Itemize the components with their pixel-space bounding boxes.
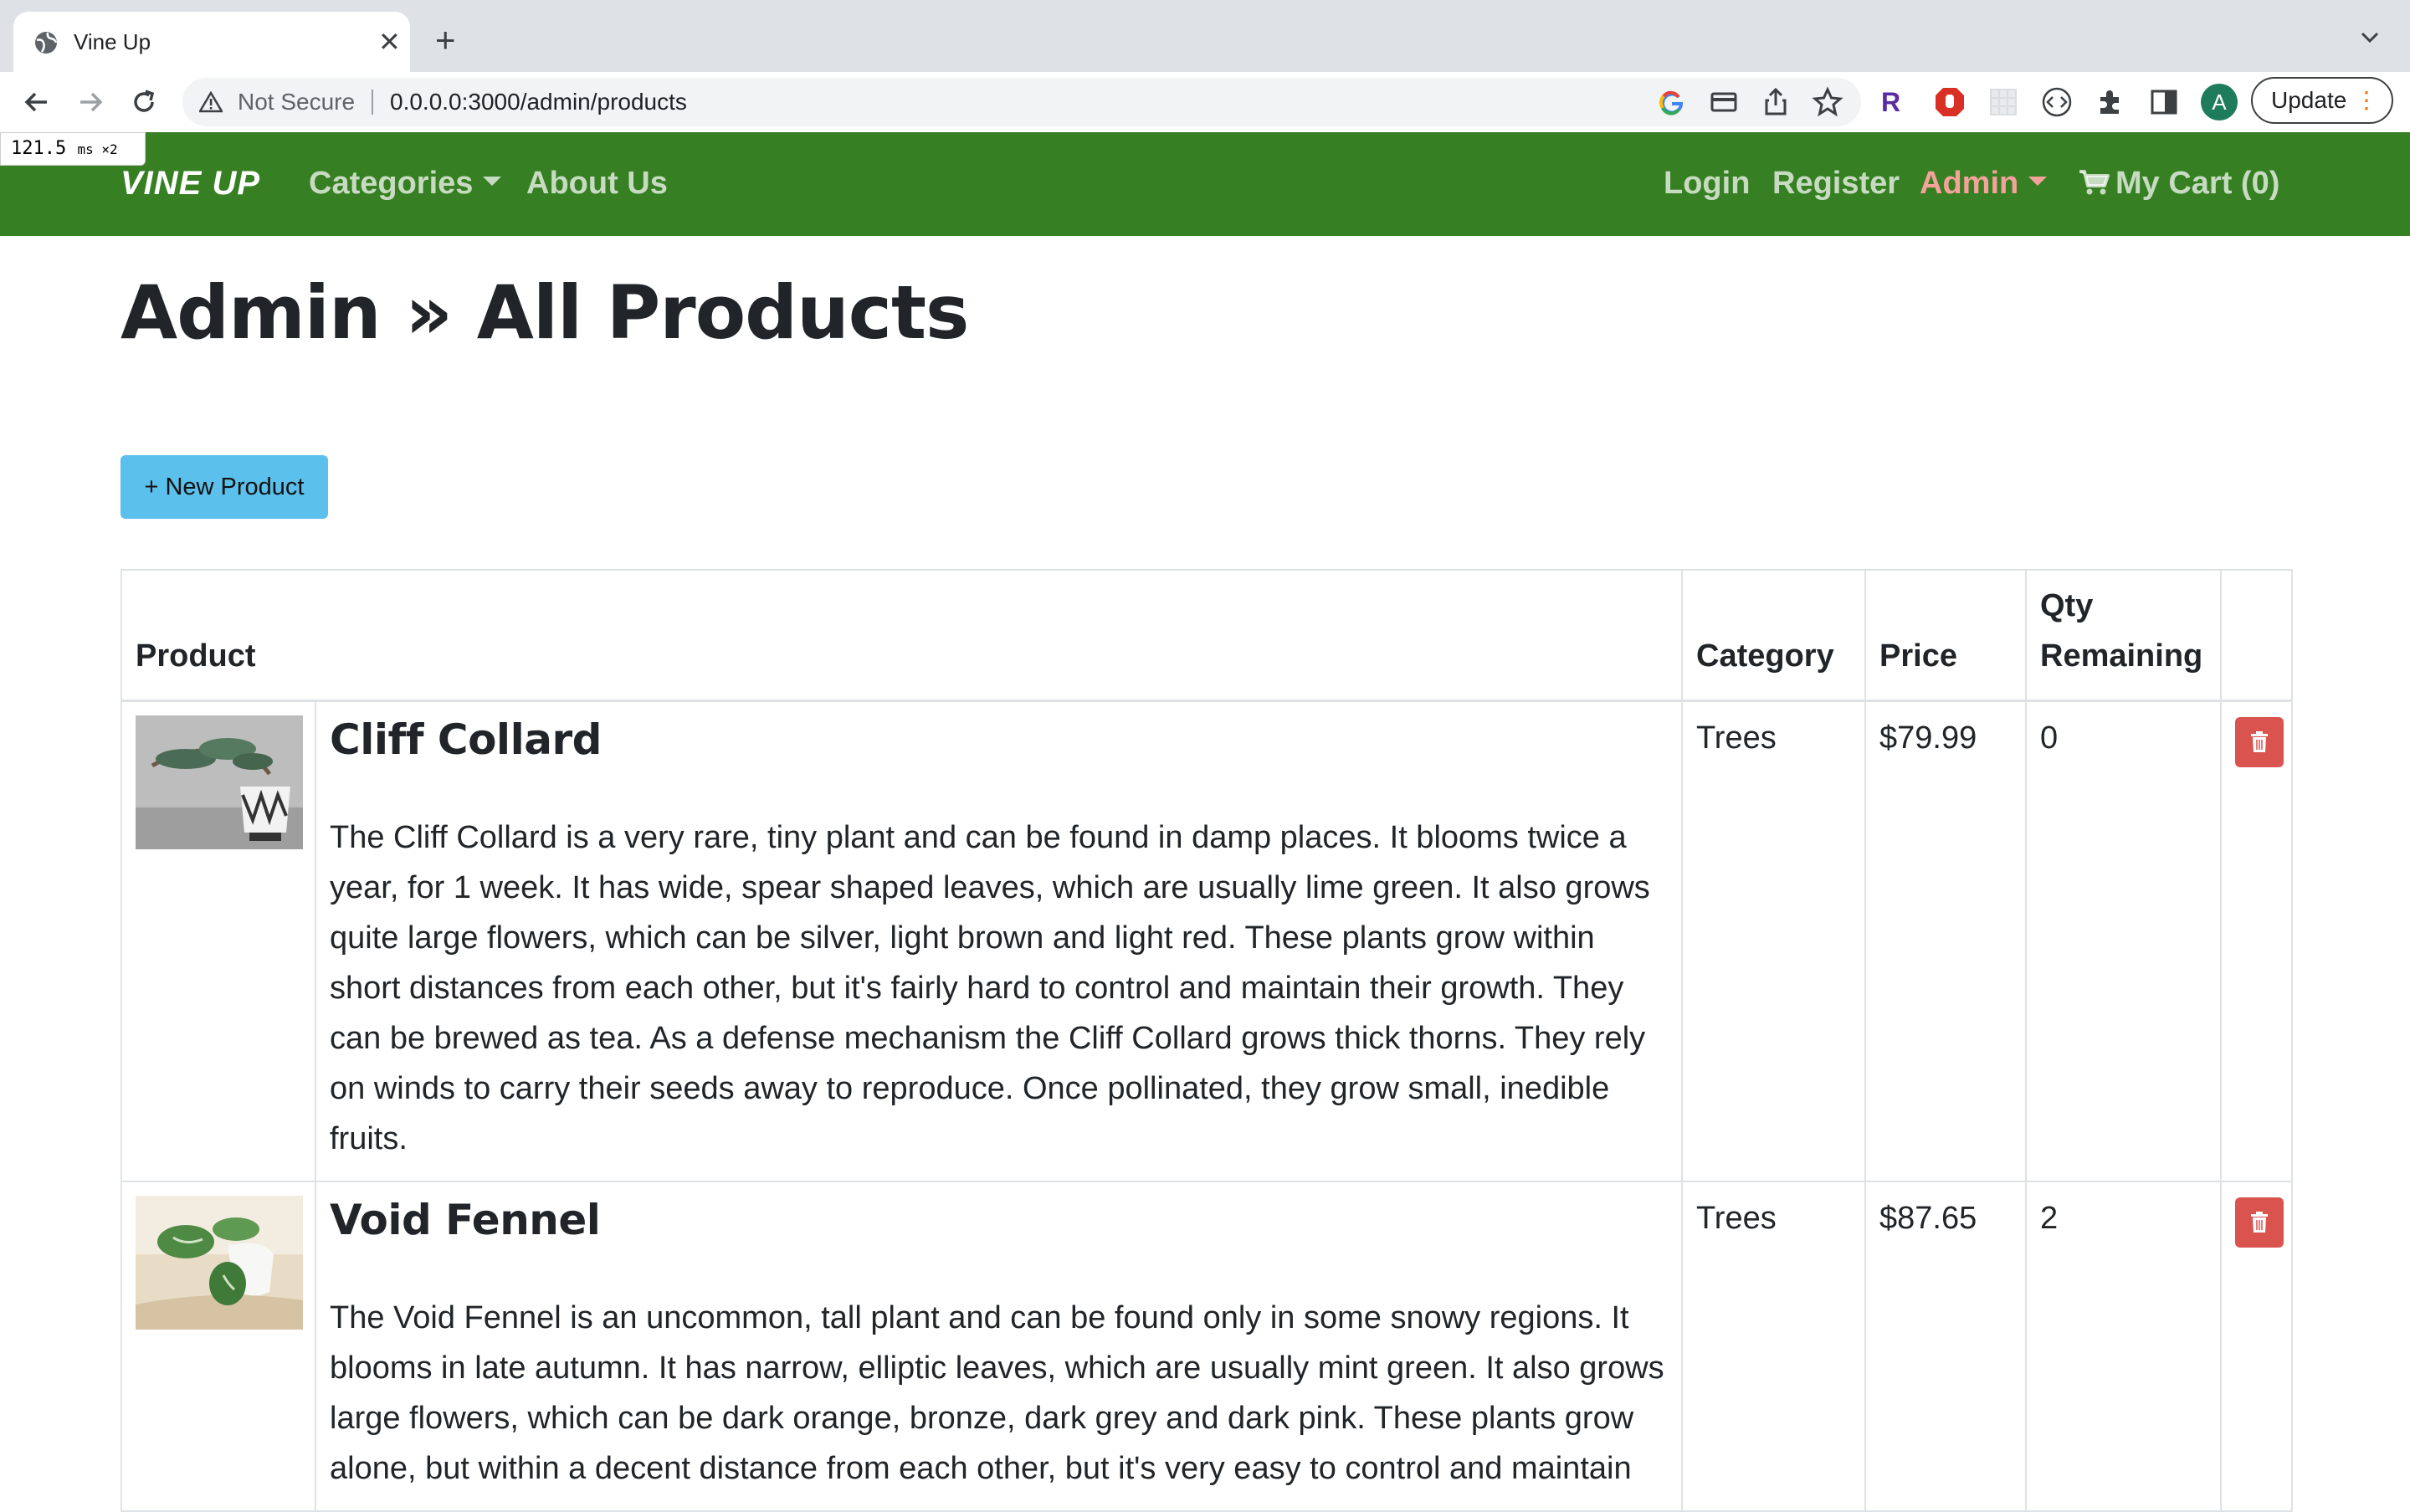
- extension-r-icon[interactable]: R: [1881, 85, 1915, 119]
- url-text[interactable]: 0.0.0.0:3000/admin/products: [390, 87, 687, 117]
- browser-tab[interactable]: Vine Up ✕: [13, 12, 410, 72]
- address-divider: [372, 90, 373, 115]
- new-tab-icon[interactable]: +: [435, 22, 456, 59]
- new-product-button[interactable]: + New Product: [120, 455, 328, 519]
- nav-admin-dropdown[interactable]: Admin: [1920, 162, 2048, 204]
- product-description: The Void Fennel is an uncommon, tall pla…: [330, 1300, 1664, 1486]
- browser-toolbar: Not Secure 0.0.0.0:3000/admin/products R: [0, 72, 2410, 132]
- tab-title: Vine Up: [74, 29, 151, 54]
- perf-unit: ms ×2: [77, 141, 118, 157]
- grid-extension-icon[interactable]: [1987, 85, 2020, 119]
- header-qty-line2: Remaining: [2040, 638, 2203, 674]
- nav-categories-label: Categories: [309, 166, 474, 201]
- brand-logo[interactable]: VINE UP: [120, 162, 260, 204]
- product-image-cell: [120, 700, 316, 1182]
- nav-admin-label: Admin: [1920, 166, 2019, 201]
- card-icon[interactable]: [1707, 85, 1741, 119]
- code-extension-icon[interactable]: [2040, 85, 2074, 119]
- header-category: Category: [1681, 569, 1866, 702]
- trash-icon: [2251, 731, 2268, 752]
- perf-overlay: 121.5 ms ×2: [0, 132, 146, 166]
- product-actions-cell: [2220, 1181, 2293, 1512]
- site-navbar: VINE UP Categories About Us Login Regist…: [0, 132, 2410, 236]
- table-header-row: Product Category Price Qty Remaining: [120, 569, 2293, 702]
- nav-about-us[interactable]: About Us: [526, 162, 668, 204]
- header-price: Price: [1864, 569, 2027, 702]
- product-image-bonsai[interactable]: [136, 715, 303, 849]
- product-image-pothos[interactable]: [136, 1196, 303, 1330]
- side-panel-icon[interactable]: [2147, 85, 2181, 119]
- google-lens-icon[interactable]: [1655, 85, 1689, 119]
- update-label: Update: [2271, 87, 2347, 113]
- browser-tab-strip: Vine Up ✕ +: [0, 0, 2410, 72]
- nav-register[interactable]: Register: [1772, 162, 1900, 204]
- header-product: Product: [120, 569, 1683, 702]
- address-bar[interactable]: Not Secure 0.0.0.0:3000/admin/products: [182, 78, 1861, 126]
- product-price: $79.99: [1864, 700, 2027, 1182]
- product-category: Trees: [1681, 1181, 1866, 1512]
- nav-categories-dropdown[interactable]: Categories: [309, 162, 502, 204]
- puzzle-extensions-icon[interactable]: [2094, 85, 2127, 119]
- delete-product-button[interactable]: [2235, 1197, 2284, 1248]
- globe-icon: [35, 32, 58, 54]
- table-row: Cliff Collard The Cliff Collard is a ver…: [120, 700, 2293, 1182]
- product-description: The Cliff Collard is a very rare, tiny p…: [330, 820, 1650, 1156]
- nav-my-cart[interactable]: My Cart (0): [2079, 162, 2279, 204]
- nav-cart-label: My Cart (0): [2115, 166, 2280, 201]
- nav-login[interactable]: Login: [1664, 162, 1750, 204]
- product-actions-cell: [2220, 700, 2293, 1182]
- tab-search-chevron-icon[interactable]: [2356, 23, 2383, 50]
- reload-icon[interactable]: [126, 84, 162, 120]
- header-actions: [2220, 569, 2293, 702]
- page-title: Admin » All Products: [120, 269, 969, 356]
- profile-avatar[interactable]: A: [2201, 84, 2238, 120]
- product-qty: 0: [2025, 700, 2222, 1182]
- caret-down-icon: [483, 177, 502, 187]
- warning-triangle-icon[interactable]: [199, 91, 223, 113]
- trash-icon: [2251, 1212, 2268, 1233]
- product-info-cell: Cliff Collard The Cliff Collard is a ver…: [315, 700, 1683, 1182]
- product-qty: 2: [2025, 1181, 2222, 1512]
- product-category: Trees: [1681, 700, 1866, 1182]
- update-button[interactable]: Update ⋮: [2251, 77, 2393, 124]
- security-label[interactable]: Not Secure: [238, 87, 355, 117]
- products-table: Product Category Price Qty Remaining Cli…: [120, 569, 2293, 1512]
- bookmark-star-icon[interactable]: [1811, 85, 1844, 119]
- stop-sign-extension-icon[interactable]: [1933, 85, 1966, 119]
- header-qty-line1: Qty: [2040, 588, 2094, 623]
- header-qty-remaining: Qty Remaining: [2025, 569, 2222, 702]
- product-name[interactable]: Cliff Collard: [330, 710, 1668, 769]
- caret-down-icon: [2028, 177, 2048, 187]
- table-row: Void Fennel The Void Fennel is an uncomm…: [120, 1181, 2293, 1512]
- product-price: $87.65: [1864, 1181, 2027, 1512]
- share-icon[interactable]: [1759, 85, 1792, 119]
- perf-value: 121.5: [11, 138, 67, 159]
- shopping-cart-icon: [2079, 169, 2110, 195]
- back-arrow-icon[interactable]: [18, 84, 55, 120]
- product-image-cell: [120, 1181, 316, 1512]
- product-name[interactable]: Void Fennel: [330, 1191, 1668, 1249]
- kebab-menu-icon[interactable]: ⋮: [2355, 79, 2378, 122]
- close-tab-icon[interactable]: ✕: [378, 27, 401, 57]
- delete-product-button[interactable]: [2235, 717, 2284, 767]
- product-info-cell: Void Fennel The Void Fennel is an uncomm…: [315, 1181, 1683, 1512]
- forward-arrow-icon[interactable]: [72, 84, 109, 120]
